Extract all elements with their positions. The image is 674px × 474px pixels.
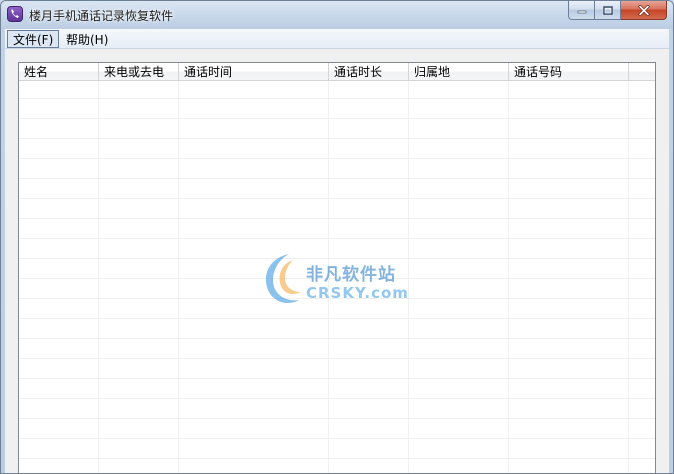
column-divider [508, 81, 509, 473]
grid-line [19, 438, 655, 439]
column-header-filler [629, 63, 655, 81]
column-divider [98, 81, 99, 473]
maximize-button[interactable] [595, 1, 621, 20]
column-header-call-duration[interactable]: 通话时长 [329, 63, 409, 81]
list-header: 姓名 来电或去电 通话时间 通话时长 归属地 通话号码 [19, 63, 655, 81]
grid-line [19, 398, 655, 399]
title-bar[interactable]: 楼月手机通话记录恢复软件 [1, 1, 673, 29]
watermark-text-cn: 非凡软件站 [306, 265, 396, 285]
column-header-call-time[interactable]: 通话时间 [179, 63, 329, 81]
grid-line [19, 378, 655, 379]
watermark-logo: 非凡软件站 CRSKY.com [259, 248, 424, 310]
minimize-icon [577, 10, 586, 14]
column-divider [628, 81, 629, 473]
column-header-name[interactable]: 姓名 [19, 63, 99, 81]
grid-line [19, 198, 655, 199]
grid-line [19, 418, 655, 419]
grid-line [19, 178, 655, 179]
grid-line [19, 138, 655, 139]
maximize-icon [602, 5, 613, 15]
menu-file[interactable]: 文件(F) [7, 30, 60, 48]
caption-buttons [568, 1, 667, 21]
grid-line [19, 318, 655, 319]
grid-line [19, 118, 655, 119]
window-title: 楼月手机通话记录恢复软件 [29, 9, 174, 23]
grid-line [19, 338, 655, 339]
main-window: 楼月手机通话记录恢复软件 文件(F) 帮助(H) 姓名 来电或去电 通话时间 通… [0, 0, 674, 474]
grid-line [19, 98, 655, 99]
grid-line [19, 458, 655, 459]
grid-line [19, 238, 655, 239]
column-header-location[interactable]: 归属地 [409, 63, 509, 81]
watermark-text-en: CRSKY.com [306, 284, 409, 302]
menu-bar: 文件(F) 帮助(H) [5, 29, 669, 49]
menu-help[interactable]: 帮助(H) [60, 30, 114, 48]
grid-line [19, 218, 655, 219]
column-divider [178, 81, 179, 473]
close-button[interactable] [621, 1, 667, 20]
minimize-button[interactable] [568, 1, 595, 20]
call-records-list[interactable]: 姓名 来电或去电 通话时间 通话时长 归属地 通话号码 非凡软件站 CRSKY.… [18, 62, 656, 473]
grid-line [19, 158, 655, 159]
swirl-logo-icon [265, 254, 301, 304]
column-header-call-direction[interactable]: 来电或去电 [99, 63, 179, 81]
phone-app-icon[interactable] [7, 6, 23, 22]
close-icon [638, 4, 649, 16]
client-area: 姓名 来电或去电 通话时间 通话时长 归属地 通话号码 非凡软件站 CRSKY.… [5, 49, 669, 473]
column-header-phone-number[interactable]: 通话号码 [509, 63, 629, 81]
grid-line [19, 358, 655, 359]
